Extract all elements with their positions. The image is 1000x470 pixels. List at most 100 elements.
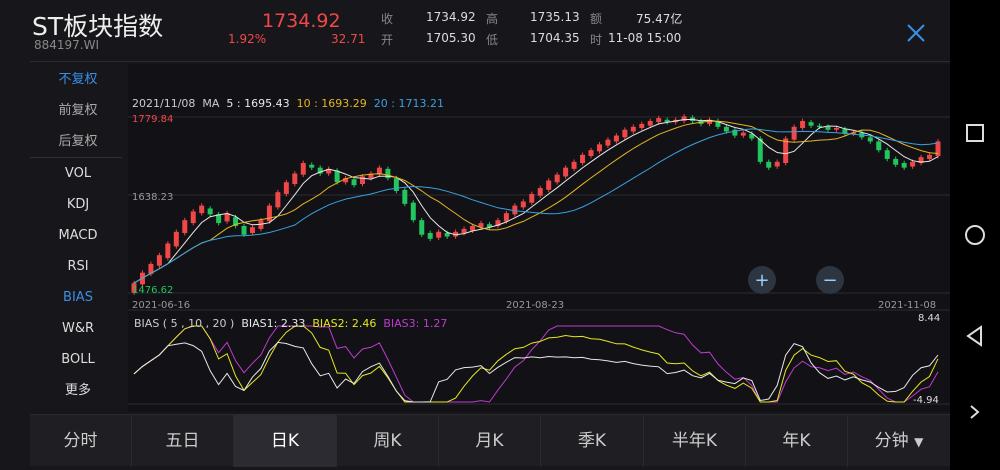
stat-time-value: 11-08 15:00	[608, 31, 682, 45]
bias3-value: BIAS3: 1.27	[383, 317, 448, 330]
candle-body	[419, 220, 425, 235]
menu-divider	[30, 157, 122, 158]
menu-bias[interactable]: BIAS	[30, 284, 126, 312]
chevron-right-icon	[970, 405, 980, 419]
system-navbar	[950, 0, 1000, 470]
tab-minute[interactable]: 分钟 ▼	[848, 415, 950, 467]
candle-body	[241, 226, 247, 235]
menu-more[interactable]: 更多	[30, 377, 126, 405]
candle-body	[410, 202, 416, 221]
candle-body	[190, 211, 196, 224]
candle-body	[622, 129, 628, 138]
bias-max-label: 8.44	[918, 313, 941, 324]
candle-body	[808, 122, 814, 126]
stat-open-value: 1705.30	[426, 31, 476, 45]
zoom-in-button[interactable]: +	[748, 266, 776, 294]
candle-body	[309, 164, 315, 168]
candle-body	[537, 188, 543, 196]
bias1-value: BIAS1: 2.33	[241, 317, 306, 330]
candle-body	[207, 208, 213, 215]
menu-vol[interactable]: VOL	[30, 160, 126, 188]
price-max-label: 1779.84	[132, 114, 174, 125]
candle-body	[292, 173, 298, 184]
candle-body	[630, 126, 636, 132]
candle-body	[266, 205, 272, 222]
tab-intraday[interactable]: 分时	[30, 415, 132, 467]
change-value: 32.71	[331, 32, 366, 46]
stat-low: 低	[486, 33, 499, 47]
tab-yearly[interactable]: 年K	[746, 415, 848, 467]
candle-body	[554, 174, 560, 183]
stat-high-value: 1735.13	[530, 10, 580, 24]
header-divider	[30, 61, 950, 62]
candle-body	[173, 231, 179, 247]
nav-expand-button[interactable]	[950, 392, 1000, 432]
menu-boll[interactable]: BOLL	[30, 346, 126, 374]
x-label-start: 2021-06-16	[132, 300, 191, 311]
zoom-out-button[interactable]: −	[816, 266, 844, 294]
candle-body	[588, 150, 594, 156]
price-mid-label: 1638.23	[132, 192, 174, 203]
stat-low-value: 1704.35	[530, 31, 580, 45]
plus-icon: +	[754, 269, 770, 291]
candle-body	[791, 126, 797, 140]
close-button[interactable]	[905, 22, 927, 44]
ma20-line	[133, 128, 939, 284]
menu-backward-adjust[interactable]: 后复权	[30, 128, 126, 156]
candle-body	[546, 180, 552, 190]
back-triangle-icon	[966, 325, 982, 347]
candle-body	[910, 161, 916, 167]
candle-body	[647, 121, 653, 126]
bias-legend: BIAS ( 5 , 10 , 20 ) BIAS1: 2.33 BIAS2: …	[134, 317, 447, 330]
circle-icon	[965, 225, 985, 245]
candle-body	[901, 163, 907, 168]
candle-body	[766, 161, 772, 168]
menu-wr[interactable]: W&R	[30, 315, 126, 343]
current-price: 1734.92	[262, 10, 341, 32]
stat-amount-value: 75.47亿	[636, 12, 683, 26]
candle-body	[529, 193, 535, 203]
square-icon	[966, 124, 984, 142]
home-button[interactable]	[950, 215, 1000, 255]
menu-macd[interactable]: MACD	[30, 222, 126, 250]
tab-daily[interactable]: 日K	[234, 415, 337, 467]
stat-open: 开	[381, 33, 394, 47]
menu-kdj[interactable]: KDJ	[30, 191, 126, 219]
candle-body	[199, 205, 205, 214]
candle-body	[876, 141, 882, 151]
menu-forward-adjust[interactable]: 前复权	[30, 97, 126, 125]
candle-body	[774, 161, 780, 167]
bias2-value: BIAS2: 2.46	[312, 317, 377, 330]
menu-rsi[interactable]: RSI	[30, 253, 126, 281]
back-button[interactable]	[950, 316, 1000, 356]
candle-body	[825, 126, 831, 130]
stat-high: 高	[486, 12, 499, 26]
tab-quarterly[interactable]: 季K	[541, 415, 644, 467]
candle-body	[580, 154, 586, 163]
candle-body	[156, 255, 162, 266]
candle-body	[427, 233, 433, 239]
dropdown-triangle-icon: ▼	[914, 435, 924, 449]
bias1-line	[133, 341, 939, 403]
x-label-end: 2021-11-08	[878, 300, 937, 311]
candle-body	[596, 144, 602, 152]
index-code: 884197.WI	[34, 38, 100, 52]
stat-amount: 额	[590, 12, 603, 26]
candle-body	[444, 233, 450, 237]
candle-body	[470, 226, 476, 231]
candle-body	[393, 178, 399, 191]
tab-half-year[interactable]: 半年K	[644, 415, 746, 467]
candle-body	[605, 139, 611, 146]
tab-monthly[interactable]: 月K	[439, 415, 541, 467]
price-min-label: 1476.62	[132, 285, 174, 296]
candle-body	[520, 201, 526, 208]
candle-body	[723, 126, 729, 132]
recent-apps-button[interactable]	[950, 113, 1000, 153]
tab-five-day[interactable]: 五日	[132, 415, 234, 467]
candle-body	[334, 170, 340, 183]
candle-body	[283, 182, 289, 194]
menu-no-adjust[interactable]: 不复权	[30, 66, 126, 94]
candle-body	[503, 213, 509, 222]
candle-body	[165, 243, 171, 259]
tab-weekly[interactable]: 周K	[337, 415, 439, 467]
